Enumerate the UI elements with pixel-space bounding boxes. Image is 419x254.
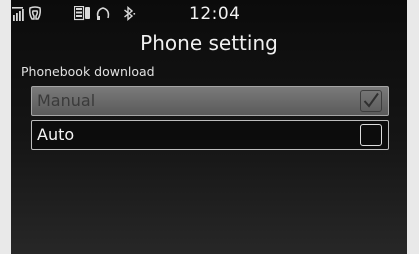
- bluetooth-icon: [123, 5, 137, 26]
- clock: 12:04: [189, 4, 241, 24]
- option-manual-label: Manual: [37, 91, 96, 110]
- phone-icon: [28, 6, 42, 26]
- option-auto-label: Auto: [37, 125, 75, 144]
- status-bar: 12:04: [11, 0, 407, 30]
- headset-icon: [96, 6, 110, 26]
- auto-checkbox[interactable]: [360, 124, 382, 146]
- option-auto[interactable]: Auto: [31, 120, 389, 150]
- signal-strength-icon: [12, 6, 25, 25]
- phone-setting-screen: 12:04 Phone setting Phonebook download M…: [11, 0, 407, 254]
- phonebook-icon: [73, 5, 92, 25]
- phonebook-download-label: Phonebook download: [21, 64, 155, 79]
- manual-checkbox[interactable]: [360, 90, 382, 112]
- option-manual[interactable]: Manual: [31, 86, 389, 116]
- screen-title: Phone setting: [140, 31, 278, 55]
